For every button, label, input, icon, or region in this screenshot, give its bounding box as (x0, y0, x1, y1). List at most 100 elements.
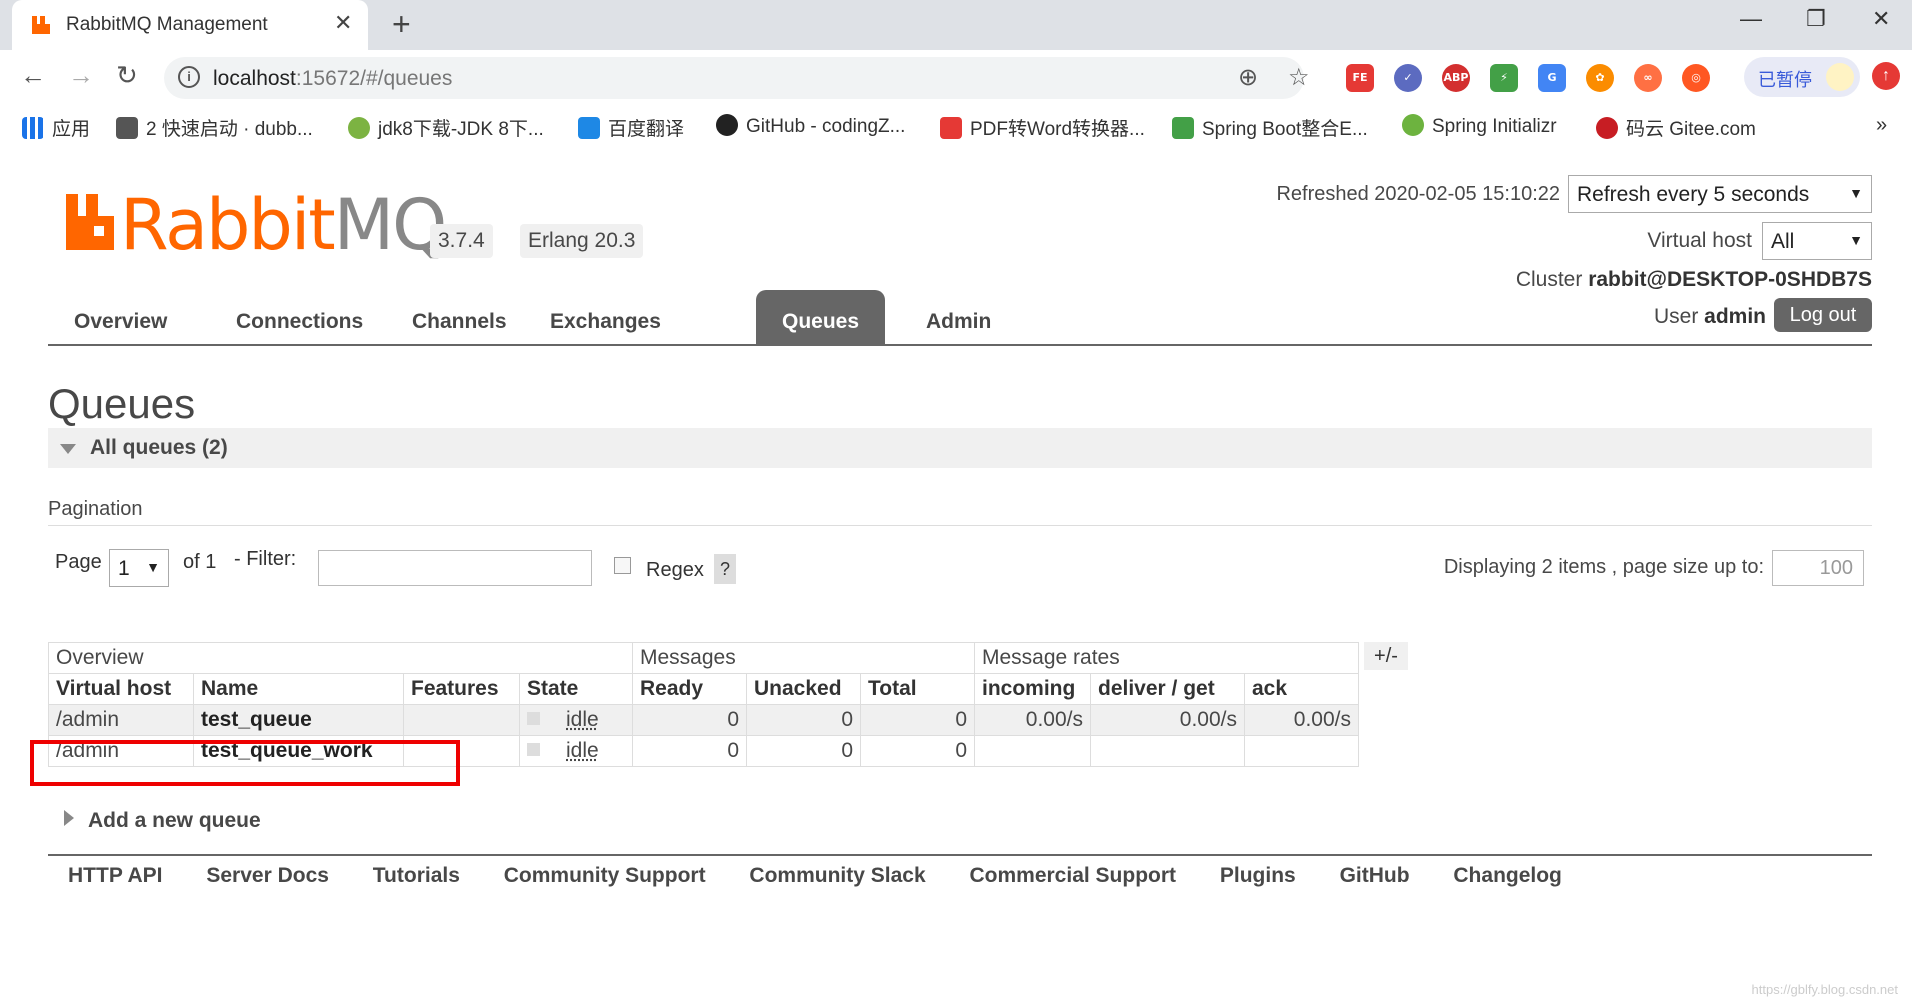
profile-paused-button[interactable]: 已暂停 (1744, 57, 1860, 97)
table-row[interactable]: /admin test_queue idle 0 0 0 0.00/s 0.00… (48, 704, 1359, 736)
filter-label: - Filter: (234, 548, 297, 570)
page-count: of 1 (183, 551, 217, 573)
col-ready[interactable]: Ready (632, 673, 747, 705)
reload-icon[interactable]: ↻ (116, 60, 138, 91)
col-deliver-get[interactable]: deliver / get (1090, 673, 1245, 705)
bookmark-github[interactable]: GitHub - codingZ... (716, 114, 905, 138)
add-queue-toggle[interactable]: Add a new queue (64, 809, 261, 833)
regex-checkbox[interactable] (614, 557, 631, 574)
page-label: Page (55, 551, 102, 573)
col-name[interactable]: Name (193, 673, 404, 705)
cell-total: 0 (860, 704, 975, 736)
col-virtual-host[interactable]: Virtual host (48, 673, 194, 705)
tab-channels[interactable]: Channels (386, 290, 533, 344)
pdf-icon (940, 117, 962, 139)
footer-link-community-slack[interactable]: Community Slack (749, 864, 925, 887)
fe-extension-icon[interactable]: FE (1346, 64, 1374, 92)
infinity-extension-icon[interactable]: ∞ (1634, 64, 1662, 92)
browser-tab[interactable]: RabbitMQ Management ✕ (12, 0, 368, 50)
column-toggle-button[interactable]: +/- (1364, 642, 1408, 670)
col-total[interactable]: Total (860, 673, 975, 705)
cell-total: 0 (860, 735, 975, 767)
footer-link-changelog[interactable]: Changelog (1453, 864, 1562, 887)
forward-icon[interactable]: → (68, 60, 94, 91)
cell-deliver-get (1090, 735, 1245, 767)
all-queues-section-toggle[interactable]: All queues (2) (48, 428, 1872, 468)
group-header-messages: Messages (632, 642, 975, 674)
help-button[interactable]: ? (714, 554, 736, 584)
refreshed-timestamp: Refreshed 2020-02-05 15:10:22 (1276, 183, 1560, 205)
new-tab-icon[interactable]: + (392, 6, 411, 43)
logo-wordmark: RabbitMQ (120, 184, 447, 266)
update-icon[interactable]: ↑ (1872, 62, 1900, 90)
site-info-icon[interactable]: i (178, 66, 200, 88)
jdk-site-icon (348, 117, 370, 139)
lightning-extension-icon[interactable]: ⚡ (1490, 64, 1518, 92)
bookmark-pdf-word[interactable]: PDF转Word转换器... (940, 114, 1145, 141)
address-bar[interactable]: i localhost:15672/#/queues ⊕ ☆ (164, 57, 1310, 99)
check-extension-icon[interactable]: ✓ (1394, 64, 1422, 92)
iqiyi-site-icon (1172, 117, 1194, 139)
footer-link-tutorials[interactable]: Tutorials (373, 864, 460, 887)
state-indicator-icon (527, 712, 540, 725)
footer-link-commercial-support[interactable]: Commercial Support (969, 864, 1176, 887)
window-close-icon[interactable]: ✕ (1872, 6, 1890, 32)
zoom-icon[interactable]: ⊕ (1238, 63, 1258, 92)
translate-extension-icon[interactable]: G (1538, 64, 1566, 92)
col-ack[interactable]: ack (1244, 673, 1359, 705)
footer-link-http-api[interactable]: HTTP API (68, 864, 163, 887)
page-size-input[interactable]: 100 (1772, 550, 1864, 586)
bookmark-gitee[interactable]: 码云 Gitee.com (1596, 114, 1756, 141)
footer-link-community-support[interactable]: Community Support (504, 864, 706, 887)
cell-incoming (974, 735, 1091, 767)
tab-connections[interactable]: Connections (210, 290, 389, 344)
footer-link-plugins[interactable]: Plugins (1220, 864, 1296, 887)
bookmark-star-icon[interactable]: ☆ (1288, 63, 1310, 92)
state-text: idle (566, 708, 599, 731)
main-nav-tabs: Overview Connections Channels Exchanges … (48, 290, 1872, 346)
bookmarks-overflow-icon[interactable]: » (1876, 114, 1887, 137)
restore-icon[interactable]: ❐ (1806, 6, 1826, 32)
bookmark-spring-boot[interactable]: Spring Boot整合E... (1172, 114, 1368, 141)
virtual-host-select[interactable]: All ▼ (1762, 222, 1872, 260)
col-unacked[interactable]: Unacked (746, 673, 861, 705)
cell-ack: 0.00/s (1244, 704, 1359, 736)
filter-input[interactable] (318, 550, 592, 586)
tab-exchanges[interactable]: Exchanges (524, 290, 687, 344)
bookmark-spring-initializr[interactable]: Spring Initializr (1402, 114, 1557, 138)
queue-name-link[interactable]: test_queue (193, 704, 404, 736)
apps-grid-icon (22, 117, 44, 139)
bookmark-baidu-translate[interactable]: 百度翻译 (578, 114, 684, 141)
footer-link-server-docs[interactable]: Server Docs (206, 864, 329, 887)
flower-extension-icon[interactable]: ✿ (1586, 64, 1614, 92)
divider (48, 854, 1872, 856)
cell-unacked: 0 (746, 704, 861, 736)
cell-ready: 0 (632, 735, 747, 767)
bookmark-jdk8[interactable]: jdk8下载-JDK 8下... (348, 114, 544, 141)
minimize-icon[interactable]: — (1740, 6, 1762, 32)
bookmark-dubbo[interactable]: 2 快速启动 · dubb... (116, 114, 313, 141)
translate-site-icon (578, 117, 600, 139)
rabbitmq-favicon-icon (32, 16, 50, 34)
tab-queues[interactable]: Queues (756, 290, 886, 344)
refresh-interval-select[interactable]: Refresh every 5 seconds ▼ (1568, 175, 1872, 213)
browser-toolbar: ← → ↻ i localhost:15672/#/queues ⊕ ☆ FE … (0, 50, 1912, 106)
url-text[interactable]: localhost:15672/#/queues (213, 67, 452, 91)
adblock-extension-icon[interactable]: ABP (1442, 64, 1470, 92)
cell-features (403, 704, 520, 736)
cluster-info: Cluster rabbit@DESKTOP-0SHDB7S (1515, 268, 1872, 291)
ring-extension-icon[interactable]: ◎ (1682, 64, 1710, 92)
close-tab-icon[interactable]: ✕ (334, 10, 352, 36)
back-icon[interactable]: ← (20, 60, 46, 91)
group-header-message-rates: Message rates (974, 642, 1359, 674)
cell-incoming: 0.00/s (974, 704, 1091, 736)
page-select[interactable]: 1 ▼ (109, 549, 169, 587)
col-incoming[interactable]: incoming (974, 673, 1091, 705)
tab-overview[interactable]: Overview (48, 290, 193, 344)
tab-admin[interactable]: Admin (900, 290, 1017, 344)
col-features[interactable]: Features (403, 673, 520, 705)
cluster-name: rabbit@DESKTOP-0SHDB7S (1588, 268, 1872, 291)
col-state[interactable]: State (519, 673, 633, 705)
footer-link-github[interactable]: GitHub (1340, 864, 1410, 887)
bookmark-apps[interactable]: 应用 (22, 114, 90, 141)
